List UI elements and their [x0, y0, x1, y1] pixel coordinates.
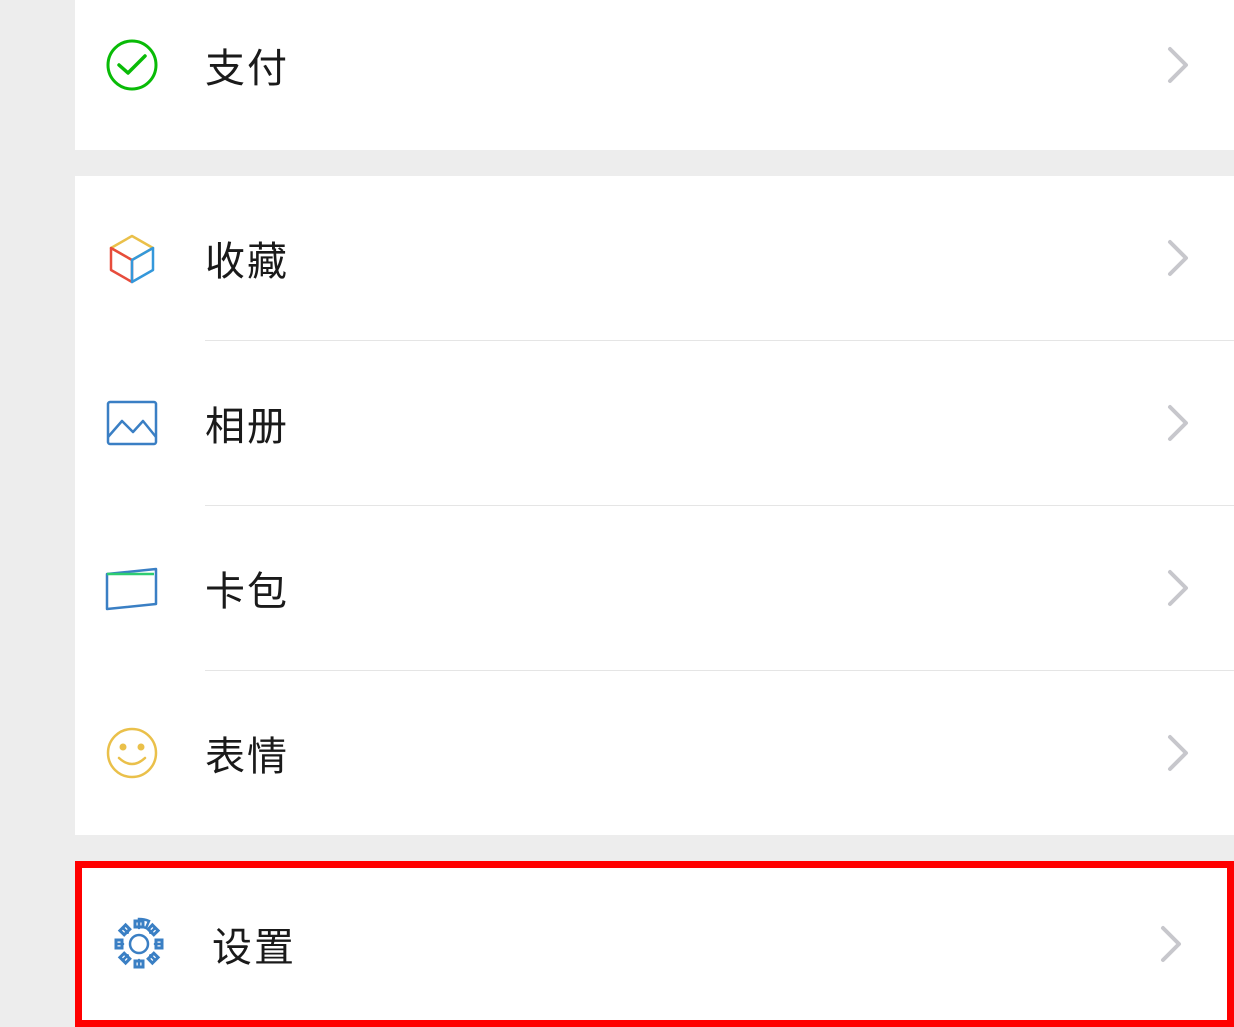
list-item-label: 收藏 — [205, 229, 1167, 287]
chevron-right-icon — [1160, 925, 1182, 963]
chevron-right-icon — [1167, 404, 1189, 442]
smiley-icon — [103, 724, 161, 782]
image-icon — [103, 394, 161, 452]
chevron-right-icon — [1167, 239, 1189, 277]
section-settings: 设置 — [75, 861, 1234, 1027]
list-item-label: 卡包 — [205, 559, 1167, 617]
cube-icon — [103, 229, 161, 287]
list-item-settings[interactable]: 设置 — [82, 868, 1227, 1020]
list-item-album[interactable]: 相册 — [75, 341, 1234, 505]
gear-icon — [110, 915, 168, 973]
list-item-card-pack[interactable]: 卡包 — [75, 506, 1234, 670]
list-item-label: 相册 — [205, 394, 1167, 452]
chevron-right-icon — [1167, 569, 1189, 607]
section-divider — [75, 150, 1234, 176]
list-item-label: 表情 — [205, 724, 1167, 782]
chevron-right-icon — [1167, 734, 1189, 772]
list-item-label: 支付 — [205, 36, 1167, 94]
section-pay: 支付 — [75, 0, 1234, 150]
list-item-label: 设置 — [212, 915, 1160, 973]
wechat-pay-icon — [103, 36, 161, 94]
section-divider — [75, 835, 1234, 861]
wallet-icon — [103, 559, 161, 617]
list-item-sticker[interactable]: 表情 — [75, 671, 1234, 835]
section-tools: 收藏 相册 — [75, 176, 1234, 835]
list-item-pay[interactable]: 支付 — [75, 0, 1234, 150]
list-item-favorites[interactable]: 收藏 — [75, 176, 1234, 340]
chevron-right-icon — [1167, 46, 1189, 84]
